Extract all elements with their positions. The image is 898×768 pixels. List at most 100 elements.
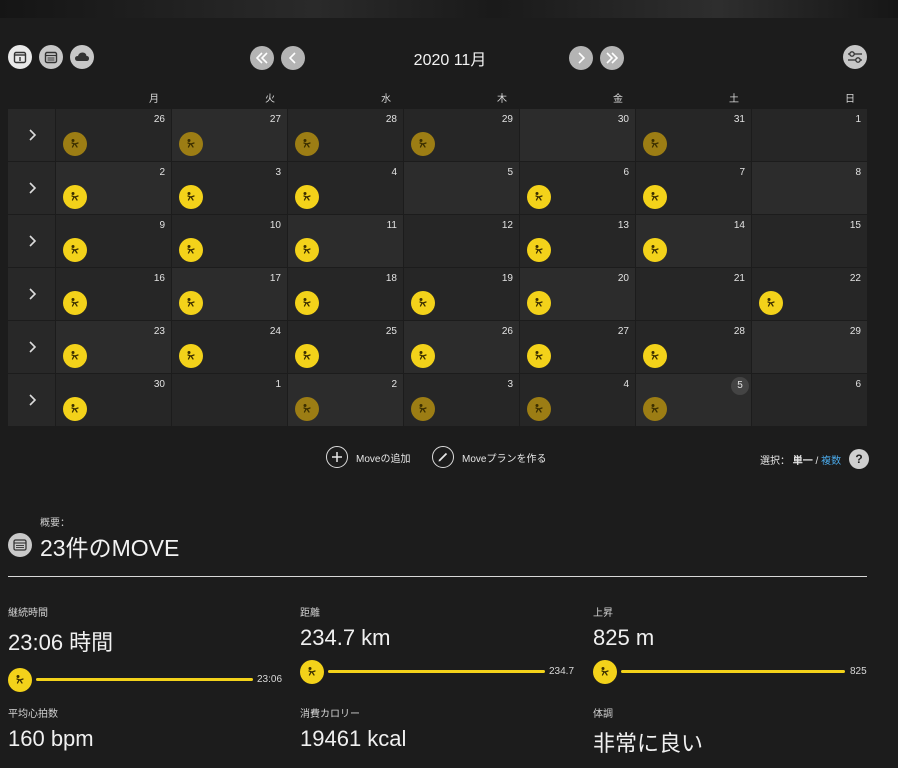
calendar-day-cell[interactable]: 23	[56, 321, 171, 373]
calendar-day-cell[interactable]: 8	[752, 162, 867, 214]
calendar-day-cell[interactable]: 25	[288, 321, 403, 373]
week-expand-button[interactable]	[8, 374, 55, 426]
day-number: 25	[385, 326, 397, 337]
calendar-day-cell[interactable]: 20	[520, 268, 635, 320]
calendar-day-cell[interactable]: 1	[752, 109, 867, 161]
ascent-value: 825 m	[593, 625, 655, 650]
week-expand-button[interactable]	[8, 268, 55, 320]
calendar-day-cell[interactable]: 3	[172, 162, 287, 214]
activity-run-icon[interactable]	[411, 344, 435, 368]
activity-run-icon[interactable]	[527, 291, 551, 315]
activity-run-icon[interactable]	[643, 238, 667, 262]
calendar-day-cell[interactable]: 29	[404, 109, 519, 161]
week-expand-button[interactable]	[8, 109, 55, 161]
calendar-day-cell[interactable]: 17	[172, 268, 287, 320]
calendar-day-cell[interactable]: 7	[636, 162, 751, 214]
calendar-day-cell[interactable]: 22	[752, 268, 867, 320]
activity-run-icon[interactable]	[411, 132, 435, 156]
activity-run-icon[interactable]	[643, 397, 667, 421]
activity-run-icon[interactable]	[179, 344, 203, 368]
select-multiple-option[interactable]: 複数	[821, 456, 841, 467]
calendar-day-cell[interactable]: 15	[752, 215, 867, 267]
calendar-day-cell[interactable]: 5	[404, 162, 519, 214]
calendar-day-cell[interactable]: 5	[636, 374, 751, 426]
activity-run-icon[interactable]	[295, 132, 319, 156]
cloud-view-button[interactable]	[70, 45, 94, 69]
calendar-day-cell[interactable]: 28	[636, 321, 751, 373]
filter-settings-button[interactable]	[843, 45, 867, 69]
day-number: 2	[159, 167, 165, 178]
add-move-button[interactable]: Moveの追加	[326, 446, 410, 468]
day-number: 18	[385, 273, 397, 284]
activity-run-icon[interactable]	[295, 238, 319, 262]
activity-run-icon[interactable]	[179, 132, 203, 156]
activity-run-icon[interactable]	[527, 397, 551, 421]
calendar-day-cell[interactable]: 6	[520, 162, 635, 214]
calendar-day-cell[interactable]: 9	[56, 215, 171, 267]
calendar-day-cell[interactable]: 2	[56, 162, 171, 214]
activity-run-icon[interactable]	[295, 344, 319, 368]
help-button[interactable]: ?	[849, 449, 869, 469]
activity-run-icon[interactable]	[63, 397, 87, 421]
activity-run-icon[interactable]	[63, 132, 87, 156]
activity-run-icon[interactable]	[527, 344, 551, 368]
activity-run-icon[interactable]	[179, 238, 203, 262]
activity-run-icon[interactable]	[759, 291, 783, 315]
calendar-day-cell[interactable]: 26	[404, 321, 519, 373]
week-expand-button[interactable]	[8, 215, 55, 267]
calendar-day-cell[interactable]: 14	[636, 215, 751, 267]
activity-run-icon[interactable]	[295, 397, 319, 421]
activity-run-icon[interactable]	[179, 291, 203, 315]
calendar-day-cell[interactable]: 26	[56, 109, 171, 161]
calendar-day-cell[interactable]: 30	[520, 109, 635, 161]
activity-run-icon[interactable]	[63, 344, 87, 368]
calendar-day-cell[interactable]: 16	[56, 268, 171, 320]
calendar-day-cell[interactable]: 10	[172, 215, 287, 267]
activity-run-icon[interactable]	[527, 185, 551, 209]
calendar-day-cell[interactable]: 27	[520, 321, 635, 373]
calendar-day-cell[interactable]: 27	[172, 109, 287, 161]
activity-run-icon[interactable]	[411, 397, 435, 421]
calendar-day-cell[interactable]: 11	[288, 215, 403, 267]
activity-run-icon[interactable]	[295, 185, 319, 209]
calendar-day-cell[interactable]: 6	[752, 374, 867, 426]
calendar-day-cell[interactable]: 4	[288, 162, 403, 214]
activity-run-icon[interactable]	[643, 132, 667, 156]
next-month-button[interactable]	[569, 46, 593, 70]
calendar-month-view-button[interactable]	[39, 45, 63, 69]
calendar-day-cell[interactable]: 12	[404, 215, 519, 267]
calendar-day-cell[interactable]: 3	[404, 374, 519, 426]
activity-run-icon[interactable]	[63, 238, 87, 262]
activity-run-icon[interactable]	[63, 185, 87, 209]
activity-run-icon[interactable]	[179, 185, 203, 209]
calendar-day-view-button[interactable]	[8, 45, 32, 69]
create-move-plan-button[interactable]: Moveプランを作る	[432, 446, 546, 468]
select-single-option[interactable]: 単一	[793, 456, 813, 467]
calendar-day-cell[interactable]: 28	[288, 109, 403, 161]
calendar-day-cell[interactable]: 1	[172, 374, 287, 426]
calendar-day-cell[interactable]: 24	[172, 321, 287, 373]
calendar-day-cell[interactable]: 29	[752, 321, 867, 373]
activity-run-icon[interactable]	[643, 185, 667, 209]
calendar-day-cell[interactable]: 2	[288, 374, 403, 426]
activity-run-icon[interactable]	[63, 291, 87, 315]
calendar-day-cell[interactable]: 19	[404, 268, 519, 320]
week-expand-button[interactable]	[8, 162, 55, 214]
activity-run-icon[interactable]	[411, 291, 435, 315]
calendar-day-cell[interactable]: 13	[520, 215, 635, 267]
calendar-day-cell[interactable]: 31	[636, 109, 751, 161]
activity-run-icon[interactable]	[295, 291, 319, 315]
calendar-day-cell[interactable]: 21	[636, 268, 751, 320]
calendar-day-cell[interactable]: 18	[288, 268, 403, 320]
activity-run-icon[interactable]	[643, 344, 667, 368]
day-number: 4	[391, 167, 397, 178]
create-plan-label: Moveプランを作る	[462, 453, 547, 465]
previous-month-button[interactable]	[281, 46, 305, 70]
activity-run-icon[interactable]	[527, 238, 551, 262]
calendar-day-cell[interactable]: 30	[56, 374, 171, 426]
calendar-day-cell[interactable]: 4	[520, 374, 635, 426]
next-year-button[interactable]	[600, 46, 624, 70]
duration-value: 23:06 時間	[8, 630, 114, 655]
previous-year-button[interactable]	[250, 46, 274, 70]
week-expand-button[interactable]	[8, 321, 55, 373]
